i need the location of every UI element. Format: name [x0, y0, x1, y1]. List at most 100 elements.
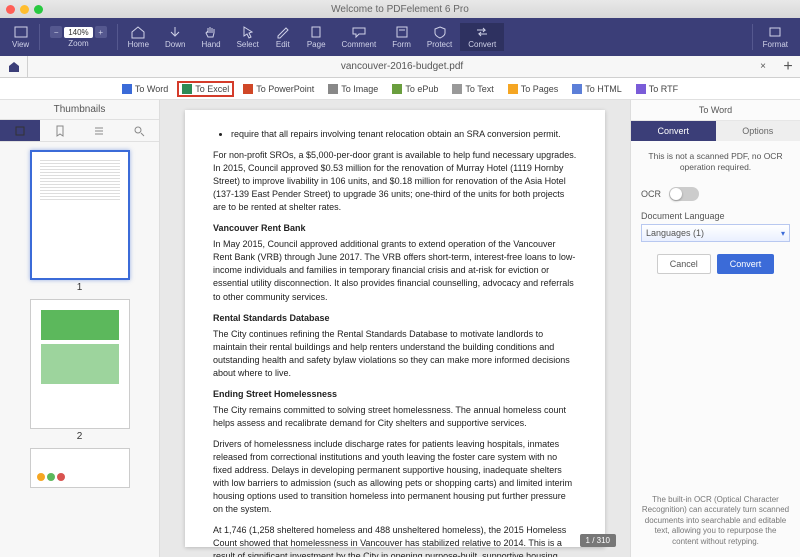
ocr-toggle[interactable] [669, 187, 699, 201]
ppt-icon [243, 84, 253, 94]
form-tool[interactable]: Form [384, 23, 419, 51]
excel-icon [182, 84, 192, 94]
doc-heading: Vancouver Rent Bank [213, 222, 577, 235]
language-label: Document Language [641, 211, 790, 221]
word-icon [122, 84, 132, 94]
cancel-button[interactable]: Cancel [657, 254, 711, 274]
form-label: Form [392, 40, 411, 49]
doc-para: For non-profit SROs, a $5,000-per-door g… [213, 149, 577, 214]
page-indicator: 1 / 310 [580, 534, 616, 547]
home-label: Home [128, 40, 149, 49]
down-label: Down [165, 40, 185, 49]
format-label: Format [763, 40, 788, 49]
panel-tabs: Convert Options [631, 121, 800, 141]
pages-icon [508, 84, 518, 94]
outline-tab[interactable] [80, 120, 120, 141]
app-title: Welcome to PDFelement 6 Pro [0, 4, 800, 15]
thumbnails-list: 1 2 [0, 142, 159, 557]
thumbnail-page-2[interactable] [30, 299, 130, 429]
language-value: Languages (1) [646, 228, 704, 238]
home-tab-icon [8, 61, 20, 73]
to-excel-button[interactable]: To Excel [177, 81, 234, 97]
thumbnails-tab[interactable] [0, 120, 40, 141]
page-label: Page [307, 40, 326, 49]
view-icon [13, 25, 29, 39]
thumbnails-sidebar: Thumbnails 1 2 [0, 100, 160, 557]
zoom-value[interactable]: 140% [64, 27, 92, 38]
panel-footer-text: The built-in OCR (Optical Character Reco… [631, 485, 800, 557]
ocr-label: OCR [641, 189, 661, 199]
format-icon [767, 25, 783, 39]
convert-panel: To Word Convert Options This is not a sc… [630, 100, 800, 557]
thumb-1-number: 1 [77, 282, 83, 293]
sidebar-title: Thumbnails [0, 100, 159, 120]
doc-heading: Ending Street Homelessness [213, 388, 577, 401]
sidebar-tabs [0, 120, 159, 142]
close-tab-icon[interactable]: × [760, 61, 766, 72]
zoom-tool[interactable]: − 140% + Zoom [42, 24, 114, 50]
doc-bullet: require that all repairs involving tenan… [231, 128, 577, 141]
to-text-button[interactable]: To Text [447, 81, 498, 97]
to-html-label: To HTML [585, 84, 622, 94]
convert-tool[interactable]: Convert [460, 23, 504, 51]
zoom-out-icon[interactable]: − [50, 26, 62, 38]
convert-label: Convert [468, 40, 496, 49]
thumbnail-page-1[interactable] [30, 150, 130, 280]
hand-tool[interactable]: Hand [193, 23, 228, 51]
doc-para: At 1,746 (1,258 sheltered homeless and 4… [213, 524, 577, 557]
select-tool[interactable]: Select [229, 23, 267, 51]
zoom-in-icon[interactable]: + [95, 26, 107, 38]
to-word-button[interactable]: To Word [117, 81, 173, 97]
file-tab-label: vancouver-2016-budget.pdf [341, 61, 463, 72]
document-view[interactable]: require that all repairs involving tenan… [160, 100, 630, 557]
select-label: Select [237, 40, 259, 49]
edit-label: Edit [276, 40, 290, 49]
panel-tab-convert[interactable]: Convert [631, 121, 716, 141]
home-tab[interactable] [0, 56, 28, 77]
epub-icon [392, 84, 402, 94]
html-icon [572, 84, 582, 94]
to-word-label: To Word [135, 84, 168, 94]
protect-label: Protect [427, 40, 452, 49]
thumbnail-page-3[interactable] [30, 448, 130, 488]
panel-tab-options[interactable]: Options [716, 121, 800, 141]
to-epub-button[interactable]: To ePub [387, 81, 443, 97]
search-tab[interactable] [119, 120, 159, 141]
form-icon [394, 25, 410, 39]
to-epub-label: To ePub [405, 84, 438, 94]
doc-para: Drivers of homelessness include discharg… [213, 438, 577, 516]
to-image-button[interactable]: To Image [323, 81, 383, 97]
rtf-icon [636, 84, 646, 94]
tab-bar: vancouver-2016-budget.pdf × + [0, 56, 800, 78]
convert-button[interactable]: Convert [717, 254, 775, 274]
bookmark-icon [54, 125, 66, 137]
comment-tool[interactable]: Comment [334, 23, 385, 51]
view-tool[interactable]: View [4, 23, 37, 51]
protect-tool[interactable]: Protect [419, 23, 460, 51]
convert-targets-bar: To Word To Excel To PowerPoint To Image … [0, 78, 800, 100]
hand-label: Hand [201, 40, 220, 49]
format-tool[interactable]: Format [755, 23, 796, 51]
to-powerpoint-button[interactable]: To PowerPoint [238, 81, 319, 97]
ocr-message: This is not a scanned PDF, no OCR operat… [641, 151, 790, 173]
edit-tool[interactable]: Edit [267, 23, 299, 51]
window-titlebar: Welcome to PDFelement 6 Pro [0, 0, 800, 18]
down-tool[interactable]: Down [157, 23, 193, 51]
edit-icon [275, 25, 291, 39]
file-tab[interactable]: vancouver-2016-budget.pdf × [28, 56, 776, 77]
home-tool[interactable]: Home [120, 23, 157, 51]
to-rtf-button[interactable]: To RTF [631, 81, 683, 97]
to-image-label: To Image [341, 84, 378, 94]
to-ppt-label: To PowerPoint [256, 84, 314, 94]
to-rtf-label: To RTF [649, 84, 678, 94]
bookmarks-tab[interactable] [40, 120, 80, 141]
to-html-button[interactable]: To HTML [567, 81, 627, 97]
document-page: require that all repairs involving tenan… [185, 110, 605, 547]
add-tab-button[interactable]: + [776, 58, 800, 76]
page-icon [308, 25, 324, 39]
main-toolbar: View − 140% + Zoom Home Down Hand Select… [0, 18, 800, 56]
chevron-down-icon: ▾ [781, 229, 785, 238]
page-tool[interactable]: Page [299, 23, 334, 51]
to-pages-button[interactable]: To Pages [503, 81, 564, 97]
language-select[interactable]: Languages (1) ▾ [641, 224, 790, 242]
